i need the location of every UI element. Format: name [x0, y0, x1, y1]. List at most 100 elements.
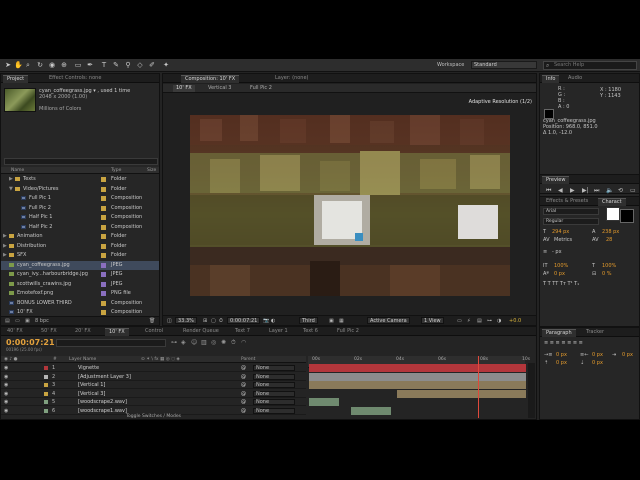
font-size-value[interactable]: 294 px	[552, 229, 569, 235]
twirl-closed-icon[interactable]: ▶	[9, 175, 13, 184]
layer-name[interactable]: [Vertical 3]	[78, 390, 105, 398]
visibility-eye-icon[interactable]: ◉	[4, 381, 8, 389]
crumb-full-pic-2[interactable]: Full Pic 2	[247, 85, 275, 92]
snapshot-icon[interactable]: 📷	[263, 318, 269, 324]
text-tool-icon[interactable]: T	[100, 61, 108, 69]
project-item[interactable]: ▼ Video/Pictures Folder	[1, 185, 159, 194]
graph-editor-icon[interactable]: ◠	[241, 339, 246, 346]
last-frame-icon[interactable]: ⏭	[594, 187, 599, 195]
fill-color-swatch[interactable]	[606, 207, 620, 221]
tab-composition[interactable]: Composition: 10' FX	[181, 75, 240, 83]
eraser-tool-icon[interactable]: ◇	[136, 61, 144, 69]
project-item[interactable]: ▶ Distribution Folder	[1, 242, 159, 251]
timeline-tab[interactable]: 50' FX	[37, 328, 61, 336]
puppet-tool-icon[interactable]: ✦	[162, 61, 170, 69]
timeline-tab[interactable]: Text 6	[299, 328, 322, 336]
layer-label-color[interactable]	[44, 391, 48, 396]
grid-icon[interactable]: ⊞	[203, 318, 207, 324]
visibility-eye-icon[interactable]: ◉	[4, 390, 8, 398]
selection-tool-icon[interactable]: ➤	[4, 61, 12, 69]
layer-row[interactable]: ◉ 2 [Adjustment Layer 3] @ None	[1, 373, 306, 381]
layer-duration-bar[interactable]	[309, 381, 526, 389]
col-parent[interactable]: Parent	[241, 357, 255, 362]
first-frame-icon[interactable]: ⏮	[546, 187, 551, 195]
project-item[interactable]: ▶ SFX Folder	[1, 251, 159, 260]
project-item[interactable]: Emotefoxf.png PNG file	[1, 289, 159, 298]
mask-visibility-icon[interactable]: ▢	[211, 318, 216, 324]
current-time[interactable]: 0:00:07:21	[227, 317, 261, 324]
visibility-eye-icon[interactable]: ◉	[4, 373, 8, 381]
trash-icon[interactable]: 🗑	[149, 318, 155, 324]
crumb-vertical-3[interactable]: Vertical 3	[205, 85, 235, 92]
bpc-label[interactable]: 8 bpc	[35, 318, 49, 324]
timeline-tab[interactable]: 40' FX	[3, 328, 27, 336]
layer-duration-bar[interactable]	[397, 389, 526, 398]
font-family-dropdown[interactable]: Arial	[543, 208, 599, 215]
tab-audio[interactable]: Audio	[564, 75, 586, 83]
kerning-value[interactable]: Metrics	[554, 237, 572, 243]
view-layout-dropdown[interactable]: 1 View	[421, 317, 444, 324]
layer-name[interactable]: Vignette	[78, 364, 99, 372]
show-channel-icon[interactable]: ◐	[271, 318, 275, 324]
stroke-width-value[interactable]: - px	[552, 249, 562, 255]
layer-duration-bar[interactable]	[351, 406, 391, 415]
label-color-swatch[interactable]	[101, 253, 106, 258]
parent-dropdown[interactable]: None	[253, 365, 295, 371]
comp-mini-flowchart-icon[interactable]: ⊶	[171, 339, 177, 346]
label-color-swatch[interactable]	[101, 262, 106, 268]
col-type[interactable]: Type	[111, 168, 121, 173]
pixel-aspect-icon[interactable]: ▭	[457, 318, 462, 324]
twirl-closed-icon[interactable]: ▶	[3, 242, 7, 251]
parent-dropdown[interactable]: None	[253, 373, 295, 380]
col-layer-name[interactable]: Layer Name	[69, 357, 96, 362]
roto-brush-tool-icon[interactable]: ✐	[148, 61, 156, 69]
project-item[interactable]: scottwills_crawins.jpg JPEG	[1, 280, 159, 289]
composition-viewer[interactable]	[190, 115, 510, 296]
leading-value[interactable]: 238 px	[602, 229, 619, 235]
ram-preview-icon[interactable]: ▭	[630, 187, 636, 194]
layer-row[interactable]: ◉ 3 [Vertical 1] @ None	[1, 381, 306, 389]
workspace-dropdown[interactable]: Standard	[471, 61, 537, 69]
zoom-tool-icon[interactable]: ⌕	[24, 61, 32, 69]
indent-right-value[interactable]: 0 px	[592, 352, 603, 358]
tab-character[interactable]: Charact	[598, 198, 626, 206]
tab-info[interactable]: Info	[542, 75, 560, 83]
tracking-value[interactable]: 28	[606, 237, 612, 243]
project-item[interactable]: Full Pic 2 Composition	[1, 204, 159, 213]
layer-duration-bar[interactable]	[309, 372, 526, 381]
tab-effects-presets[interactable]: Effects & Presets	[542, 198, 592, 206]
camera-dropdown[interactable]: Active Camera	[367, 317, 410, 324]
timeline-icon[interactable]: ▤	[477, 318, 482, 324]
timeline-timecode[interactable]: 0:00:07:21	[6, 338, 55, 347]
hide-shy-icon[interactable]: ☺	[191, 339, 197, 346]
twirl-closed-icon[interactable]: ▶	[3, 232, 7, 241]
label-color-swatch[interactable]	[101, 300, 106, 306]
parent-dropdown[interactable]: None	[253, 382, 295, 388]
vertical-scale-value[interactable]: 100%	[554, 263, 568, 269]
timeline-scrollbar[interactable]	[528, 363, 535, 418]
frame-blending-icon[interactable]: ▥	[201, 339, 207, 346]
layer-label-color[interactable]	[44, 366, 48, 370]
toggle-switches-modes[interactable]: Toggle Switches / Modes	[1, 414, 306, 419]
label-color-swatch[interactable]	[101, 243, 106, 249]
horizontal-scale-value[interactable]: 100%	[602, 263, 616, 269]
space-before-value[interactable]: 0 px	[556, 360, 567, 366]
project-search-input[interactable]	[4, 158, 158, 165]
timeline-tab[interactable]: 10' FX	[105, 328, 129, 336]
camera-tool-icon[interactable]: ◉	[48, 61, 56, 69]
rectangle-tool-icon[interactable]: ▭	[74, 61, 82, 69]
layer-row[interactable]: ◉ 4 [Vertical 3] @ None	[1, 390, 306, 398]
crumb-10fx[interactable]: 10' FX	[173, 85, 195, 92]
label-color-swatch[interactable]	[101, 281, 106, 287]
fast-preview-icon[interactable]: ⚡	[467, 318, 471, 324]
resolution-dropdown[interactable]: Third	[299, 317, 318, 324]
visibility-eye-icon[interactable]: ◉	[4, 364, 8, 372]
layer-duration-bar[interactable]	[309, 364, 526, 372]
transparency-grid-icon[interactable]: ▦	[339, 318, 344, 324]
timeline-search-input[interactable]	[56, 339, 166, 347]
tab-effect-controls[interactable]: Effect Controls: none	[45, 75, 105, 83]
parent-dropdown[interactable]: None	[253, 399, 295, 405]
layer-duration-bar[interactable]	[309, 398, 339, 406]
project-item[interactable]: cyan_ivy...harbourbridge.jpg JPEG	[1, 270, 159, 279]
layer-label-color[interactable]	[44, 400, 48, 404]
